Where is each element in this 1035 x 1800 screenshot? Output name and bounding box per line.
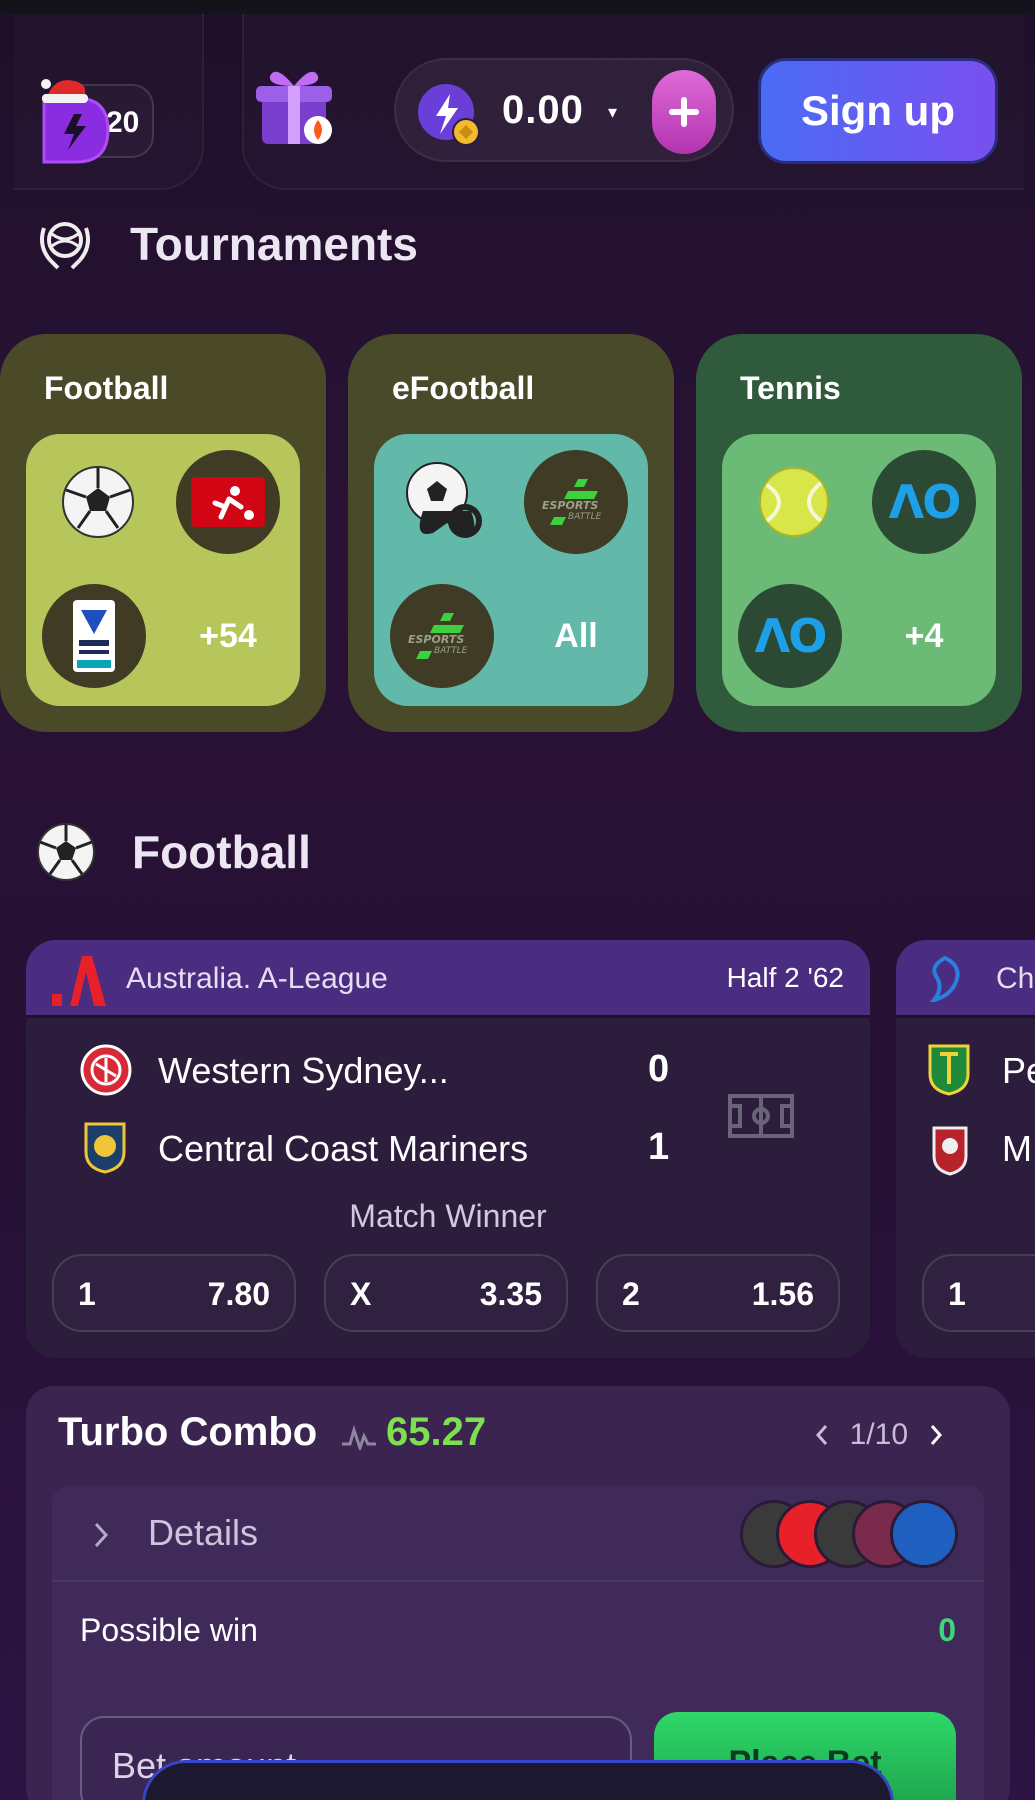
signup-button[interactable]: Sign up	[758, 58, 998, 164]
esports-battle-logo-icon: ESPORTS BATTLE	[524, 450, 628, 554]
match-time: Half 2 '62	[726, 962, 844, 993]
football-section-header: Football	[36, 822, 311, 882]
bottom-betslip-bar[interactable]	[142, 1760, 894, 1800]
odd-key: 1	[78, 1276, 96, 1312]
svg-text:BATTLE: BATTLE	[434, 646, 468, 656]
chevron-right-icon[interactable]	[926, 1420, 946, 1450]
home-team-name: Western Sydney...	[158, 1050, 449, 1091]
gift-box-icon[interactable]	[252, 58, 338, 152]
top-header: 20 0.00 ▾ Sign up	[14, 14, 1024, 192]
away-team-name: Central Coast Mariners	[158, 1128, 529, 1169]
odd-button-draw[interactable]: X 3.35	[324, 1254, 568, 1332]
svg-text:ESPORTS: ESPORTS	[408, 633, 464, 646]
odd-key: X	[350, 1276, 372, 1312]
plus-icon	[669, 97, 699, 127]
tournament-card-label: eFootball	[392, 370, 535, 406]
match-card[interactable]: Australia. A-League Half 2 '62 Western S…	[26, 940, 870, 1358]
esoccer-gamepad-icon	[394, 450, 498, 554]
league-logo-icon	[929, 956, 960, 1002]
tournaments-header: Tournaments	[36, 214, 418, 274]
tournament-card-grid: +54	[26, 434, 300, 706]
svg-text:BATTLE: BATTLE	[568, 512, 602, 522]
balance-dropdown-caret[interactable]: ▾	[608, 102, 617, 123]
tennis-ball-icon	[742, 450, 846, 554]
tournament-card-grid: ΛO ΛO +4	[722, 434, 996, 706]
tournament-card-tennis[interactable]: Tennis ΛO ΛO +4	[696, 334, 1022, 732]
pulse-chart-icon	[342, 1424, 376, 1450]
turbo-combo-card: Turbo Combo 65.27 1/10 Details Possible …	[26, 1386, 1010, 1800]
tournament-card-football[interactable]: Football +54	[0, 334, 326, 732]
odd-button-away[interactable]: 2 1.56	[596, 1254, 840, 1332]
tournament-all-link[interactable]: All	[524, 584, 628, 688]
match-card-header: Ch	[896, 940, 1035, 1018]
tournament-more-count: +4	[904, 616, 944, 655]
soccer-ball-icon	[46, 450, 150, 554]
home-team-score: 0	[648, 1048, 670, 1090]
australian-open-logo-icon: ΛO	[872, 450, 976, 554]
tournament-card-efootball[interactable]: eFootball ESPORTS BATTLE ESPORTS BATTLE	[348, 334, 674, 732]
team-logo-icon	[890, 1500, 958, 1568]
turbo-combo-odds: 65.27	[386, 1410, 487, 1454]
pitch-stats-icon[interactable]	[728, 1094, 794, 1138]
away-team-score: 1	[648, 1126, 670, 1168]
odd-value: 7.80	[207, 1276, 270, 1312]
match-card-next[interactable]: Ch Pe M 1	[896, 940, 1035, 1358]
tournament-more-count: +54	[199, 616, 257, 655]
laurel-ball-icon	[40, 222, 90, 270]
possible-win-value: 0	[938, 1612, 956, 1648]
tournament-card-label: Tennis	[740, 370, 841, 406]
pager-label: 1/10	[849, 1418, 908, 1451]
odd-value: 1.56	[751, 1276, 814, 1312]
turbo-combo-title: Turbo Combo	[58, 1410, 318, 1454]
details-toggle[interactable]: Details	[52, 1486, 984, 1582]
tournaments-title: Tournaments	[130, 218, 418, 270]
odd-key: 1	[948, 1276, 966, 1312]
football-section-title: Football	[132, 826, 311, 878]
central-coast-crest-icon	[84, 1122, 126, 1174]
league-name: Ch	[996, 962, 1035, 995]
odd-key: 2	[622, 1276, 640, 1312]
chevron-right-icon	[94, 1522, 109, 1548]
brand-logo-icon	[41, 79, 110, 164]
odd-button-home[interactable]: 1 7.80	[52, 1254, 296, 1332]
chevron-left-icon[interactable]	[812, 1420, 832, 1450]
turbo-combo-pager: 1/10	[812, 1418, 946, 1452]
status-strip	[0, 0, 1035, 14]
australian-open-logo-icon: ΛO	[738, 584, 842, 688]
soccer-ball-icon	[37, 823, 95, 881]
western-sydney-crest-icon	[80, 1044, 132, 1096]
logo-button[interactable]: 20	[36, 68, 156, 174]
market-label: Match Winner	[349, 1198, 547, 1234]
team-crest-icon	[932, 1126, 968, 1176]
tournament-card-label: Football	[44, 370, 169, 406]
team-crest-icon	[928, 1044, 970, 1096]
esports-battle-logo-icon: ESPORTS BATTLE	[390, 584, 494, 688]
details-label: Details	[148, 1512, 259, 1553]
team-row-away: Central Coast Mariners 1	[52, 1120, 692, 1180]
team-row-home: Western Sydney... 0	[52, 1042, 692, 1102]
a-league-logo-icon	[52, 956, 106, 1006]
team-logos-stack	[740, 1500, 960, 1570]
league-name: Australia. A-League	[126, 962, 388, 995]
serie-a-logo-icon	[42, 584, 146, 688]
odd-value: 3.35	[479, 1276, 542, 1312]
match-card-header: Australia. A-League Half 2 '62	[26, 940, 870, 1018]
balance-value: 0.00	[502, 88, 584, 132]
home-team-name: Pe	[1002, 1050, 1035, 1091]
possible-win-label: Possible win	[80, 1612, 258, 1648]
away-team-name: M	[1002, 1128, 1032, 1169]
bundesliga-logo-icon	[176, 450, 280, 554]
odd-button-home[interactable]: 1	[922, 1254, 1035, 1332]
svg-text:ESPORTS: ESPORTS	[542, 499, 598, 512]
tournament-card-grid: ESPORTS BATTLE ESPORTS BATTLE All	[374, 434, 648, 706]
wallet-balance[interactable]: 0.00 ▾	[394, 58, 734, 162]
deposit-plus-button[interactable]	[652, 70, 716, 154]
bolt-coin-icon	[418, 84, 480, 146]
